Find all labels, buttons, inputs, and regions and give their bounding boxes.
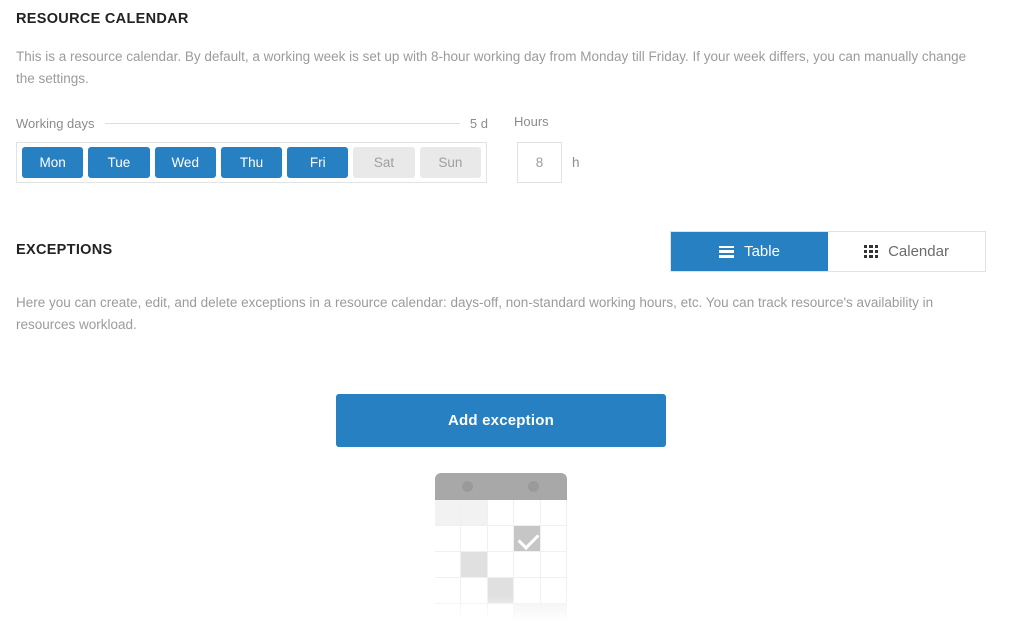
illustration-cell	[435, 526, 462, 552]
illustration-cell	[514, 552, 541, 578]
illustration-cell	[487, 526, 515, 552]
illustration-cell	[487, 552, 515, 578]
add-exception-button[interactable]: Add exception	[336, 394, 666, 447]
illustration-ring-left	[462, 481, 473, 492]
day-toggle-wed[interactable]: Wed	[154, 147, 216, 178]
working-days-selector: Mon Tue Wed Thu Fri Sat Sun	[16, 142, 487, 183]
working-days-field-row: Working days 5 d	[16, 114, 488, 132]
day-toggle-thu[interactable]: Thu	[220, 147, 283, 178]
field-divider	[104, 122, 460, 124]
day-toggle-tue[interactable]: Tue	[88, 147, 150, 178]
day-toggle-fri[interactable]: Fri	[287, 147, 349, 178]
illustration-cell-checked	[514, 526, 541, 552]
hours-field: h	[517, 142, 580, 183]
exceptions-title: EXCEPTIONS	[16, 242, 113, 258]
working-days-count: 5 d	[469, 115, 488, 131]
tab-calendar-label: Calendar	[888, 243, 949, 260]
grid-icon	[864, 244, 879, 259]
illustration-cell	[435, 500, 462, 526]
illustration-cell	[435, 552, 462, 578]
illustration-cell	[461, 526, 488, 552]
day-toggle-mon[interactable]: Mon	[22, 147, 84, 178]
check-icon	[517, 527, 540, 550]
tab-table[interactable]: Table	[671, 232, 828, 271]
exceptions-description: Here you can create, edit, and delete ex…	[16, 295, 934, 332]
illustration-cell	[461, 552, 488, 578]
page-title: RESOURCE CALENDAR	[16, 11, 189, 27]
day-toggle-sat[interactable]: Sat	[353, 147, 415, 178]
list-icon	[719, 245, 735, 258]
calendar-empty-state-icon	[435, 473, 567, 630]
illustration-header-bar	[435, 473, 567, 500]
resource-calendar-description: This is a resource calendar. By default,…	[16, 49, 967, 86]
hours-unit-label: h	[572, 155, 580, 170]
hours-input[interactable]	[517, 142, 562, 183]
illustration-cell	[514, 500, 541, 526]
illustration-cell	[487, 500, 515, 526]
resource-calendar-page: RESOURCE CALENDAR This is a resource cal…	[0, 0, 1010, 630]
illustration-cell	[461, 500, 488, 526]
working-days-label: Working days	[16, 115, 95, 131]
hours-label: Hours	[514, 114, 549, 129]
illustration-grid-body	[435, 500, 567, 630]
illustration-cell	[540, 552, 567, 578]
tab-calendar[interactable]: Calendar	[828, 232, 985, 271]
illustration-cell	[540, 526, 567, 552]
tab-table-label: Table	[744, 243, 780, 260]
illustration-ring-right	[528, 481, 539, 492]
illustration-fade	[435, 596, 567, 630]
illustration-cell	[540, 500, 567, 526]
view-toggle-group: Table Calendar	[670, 231, 986, 272]
day-toggle-sun[interactable]: Sun	[419, 147, 481, 178]
